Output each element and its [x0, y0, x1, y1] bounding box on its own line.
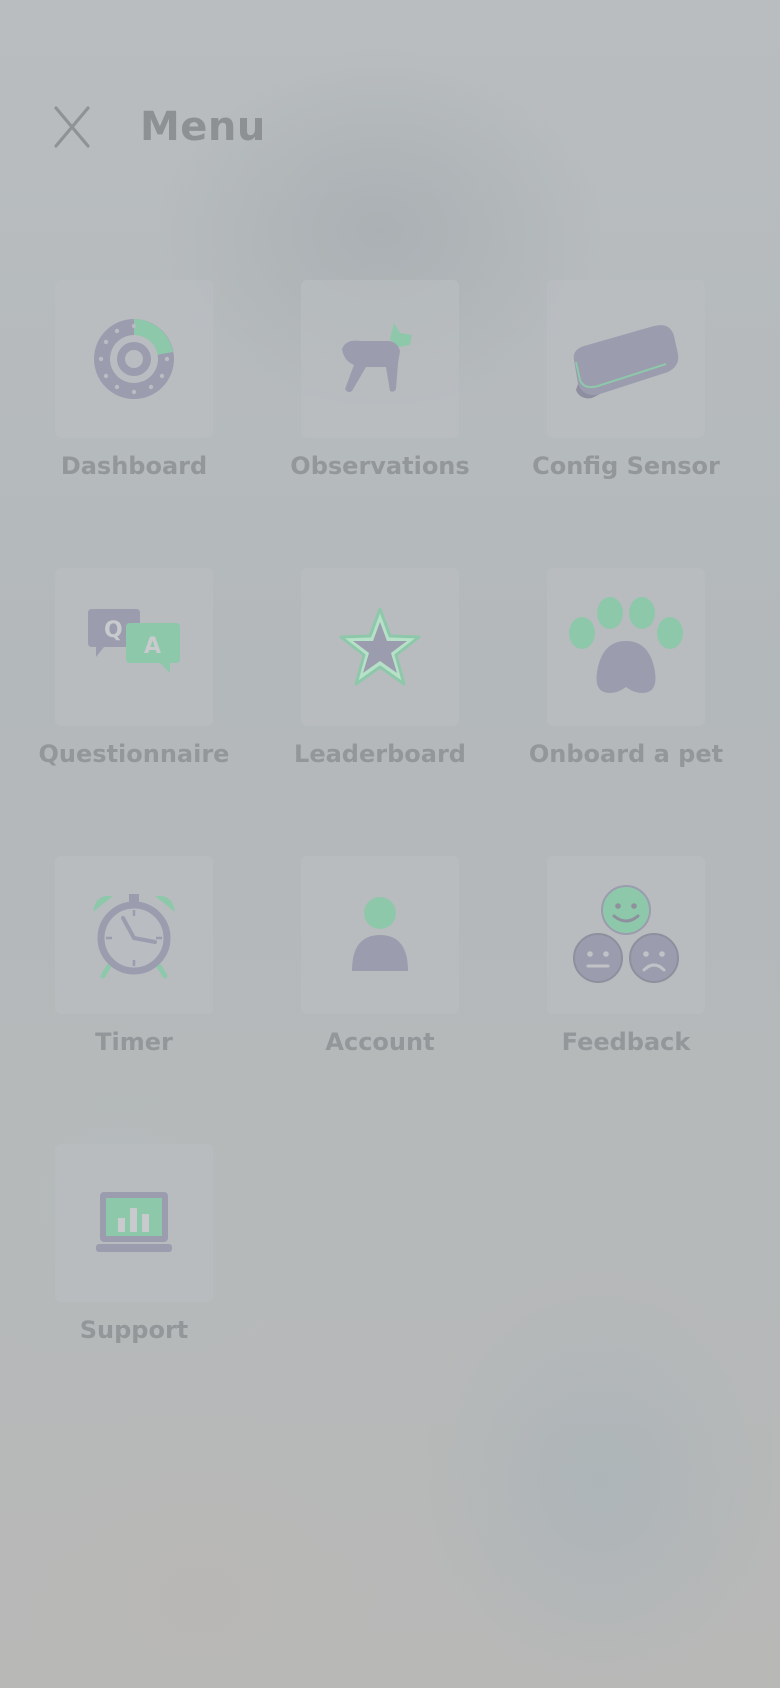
- menu-item-tile: [547, 856, 705, 1014]
- star-icon: [339, 607, 421, 686]
- menu-item-label: Account: [325, 1028, 435, 1056]
- menu-item-timer[interactable]: Timer: [14, 856, 254, 1116]
- menu-item-tile: [301, 568, 459, 726]
- menu-item-questionnaire[interactable]: Q A Questionnaire: [14, 568, 254, 828]
- menu-item-account[interactable]: Account: [260, 856, 500, 1116]
- person-icon: [352, 897, 408, 971]
- menu-item-onboard-pet[interactable]: Onboard a pet: [506, 568, 746, 828]
- page-title: Menu: [140, 104, 266, 150]
- qa-chat-icon: Q A: [88, 609, 180, 673]
- menu-item-label: Dashboard: [60, 452, 208, 480]
- menu-item-tile: [55, 1144, 213, 1302]
- menu-item-label: Questionnaire: [38, 740, 230, 768]
- alarm-clock-icon: [93, 894, 175, 979]
- menu-item-label: Onboard a pet: [528, 740, 724, 768]
- menu-item-tile: [547, 568, 705, 726]
- menu-item-label: Timer: [95, 1028, 173, 1056]
- paw-icon: [569, 597, 683, 693]
- close-icon: [54, 106, 90, 148]
- menu-item-label: Feedback: [561, 1028, 691, 1056]
- menu-item-tile: [301, 856, 459, 1014]
- menu-item-tile: [55, 280, 213, 438]
- close-button[interactable]: [52, 103, 92, 151]
- menu-item-tile: Q A: [55, 568, 213, 726]
- menu-item-config-sensor[interactable]: Config Sensor: [506, 280, 746, 540]
- menu-item-tile: [547, 280, 705, 438]
- dashboard-gauge-icon: [94, 319, 174, 399]
- menu-item-label: Config Sensor: [532, 452, 720, 480]
- menu-item-feedback[interactable]: Feedback: [506, 856, 746, 1116]
- menu-header: Menu: [52, 96, 266, 158]
- menu-item-tile: [301, 280, 459, 438]
- menu-item-label: Observations: [290, 452, 470, 480]
- svg-text:Q: Q: [104, 618, 123, 643]
- dog-icon: [342, 323, 412, 393]
- menu-item-label: Support: [79, 1316, 189, 1344]
- menu-item-support[interactable]: Support: [14, 1144, 254, 1404]
- svg-text:A: A: [144, 634, 161, 659]
- menu-item-label: Leaderboard: [294, 740, 466, 768]
- menu-item-observations[interactable]: Observations: [260, 280, 500, 540]
- menu-item-tile: [55, 856, 213, 1014]
- sensor-device-icon: [573, 325, 679, 399]
- faces-icon: [573, 885, 679, 983]
- blurred-backdrop: [0, 0, 780, 1688]
- menu-item-dashboard[interactable]: Dashboard: [14, 280, 254, 540]
- laptop-chart-icon: [96, 1192, 172, 1252]
- menu-item-leaderboard[interactable]: Leaderboard: [260, 568, 500, 828]
